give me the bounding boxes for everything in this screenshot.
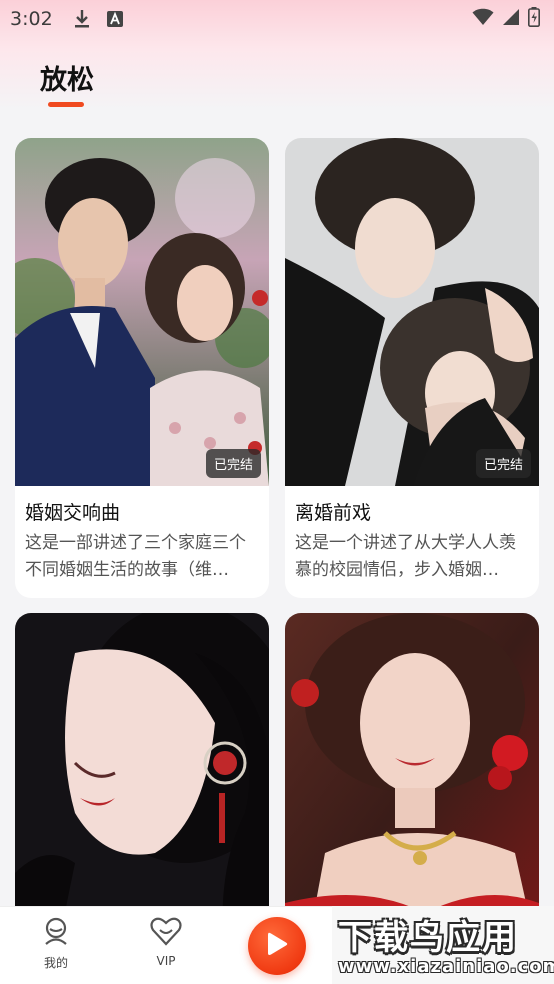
wifi-icon bbox=[472, 8, 494, 31]
watermark: 下载鸟应用 www.xiazainiao.com bbox=[332, 906, 554, 984]
card-description: 这是一个讲述了从大学人人羡慕的校园情侣，步入婚姻… bbox=[295, 533, 516, 580]
card-description: 这是一部讲述了三个家庭三个不同婚姻生活的故事（维… bbox=[25, 533, 246, 580]
battery-icon bbox=[528, 6, 540, 32]
watermark-url: www.xiazainiao.com bbox=[338, 956, 554, 977]
status-badge: 已完结 bbox=[205, 449, 261, 478]
card-cover-image: 已完结 bbox=[285, 138, 539, 486]
signal-icon bbox=[502, 8, 520, 31]
play-button[interactable] bbox=[248, 917, 306, 975]
drama-card[interactable]: 已完结 婚姻交响曲 这是一部讲述了三个家庭三个不同婚姻生活的故事（维… bbox=[15, 138, 269, 598]
status-time: 3:02 bbox=[10, 8, 53, 30]
status-bar: 3:02 bbox=[0, 0, 554, 38]
nav-label: 我的 bbox=[43, 956, 68, 970]
download-icon bbox=[73, 9, 91, 29]
page-title: 放松 bbox=[40, 65, 94, 96]
play-icon bbox=[264, 930, 290, 962]
card-title: 婚姻交响曲 bbox=[25, 502, 121, 524]
drama-card[interactable]: 已完结 离婚前戏 这是一个讲述了从大学人人羡慕的校园情侣，步入婚姻… bbox=[285, 138, 539, 598]
vip-heart-icon bbox=[150, 917, 182, 950]
card-title: 离婚前戏 bbox=[295, 502, 372, 524]
nav-item-mine[interactable]: 我的 bbox=[26, 917, 86, 971]
status-badge: 已完结 bbox=[475, 449, 531, 478]
user-icon bbox=[42, 917, 70, 950]
title-underline bbox=[48, 102, 84, 107]
nav-item-vip[interactable]: VIP bbox=[136, 917, 196, 968]
keyboard-icon bbox=[106, 11, 123, 27]
card-cover-image: 已完结 bbox=[15, 138, 269, 486]
watermark-text: 下载鸟应用 bbox=[338, 918, 518, 958]
nav-label: VIP bbox=[156, 954, 176, 968]
